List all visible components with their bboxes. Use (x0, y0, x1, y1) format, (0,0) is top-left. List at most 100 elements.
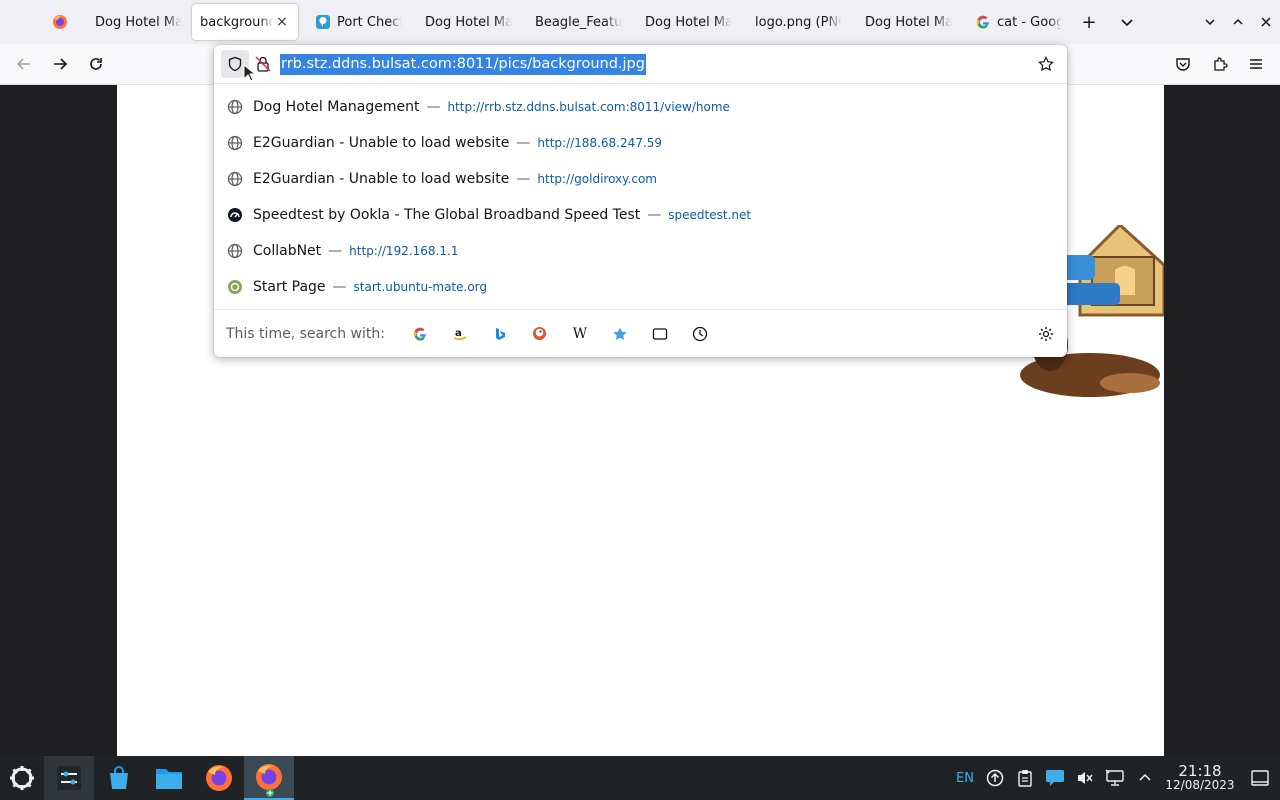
urlbar-result[interactable]: Dog Hotel Management — http://rrb.stz.dd… (214, 89, 1067, 125)
kde-gear-icon (10, 766, 34, 790)
search-tabs-button[interactable] (640, 314, 680, 354)
tab-label: logo.png (PNG (755, 14, 842, 30)
firefox-window-task-active[interactable] (244, 756, 294, 800)
tab-background-active[interactable]: background × (192, 4, 298, 40)
result-separator: — (328, 243, 343, 259)
search-engine-bing-button[interactable] (480, 314, 520, 354)
keyboard-layout-indicator[interactable]: EN (950, 756, 980, 800)
update-notifier-button[interactable] (980, 756, 1010, 800)
reload-icon (90, 58, 102, 70)
result-separator: — (516, 135, 531, 151)
tab-beagle[interactable]: Beagle_Featur (520, 4, 630, 40)
puzzle-icon (1214, 57, 1228, 71)
tab-dog-hotel-2[interactable]: Dog Hotel Ma (410, 4, 520, 40)
clock-icon (692, 326, 708, 341)
tab-cat-google[interactable]: cat - Google (960, 4, 1070, 40)
network-button[interactable] (1100, 756, 1130, 800)
speaker-muted-icon (1078, 772, 1093, 784)
star-icon (613, 327, 627, 340)
search-engine-google-button[interactable] (400, 314, 440, 354)
urlbar-results: Dog Hotel Management — http://rrb.stz.dd… (214, 89, 1067, 305)
result-url: http://188.68.247.59 (537, 136, 662, 150)
urlbar-result[interactable]: CollabNet — http://192.168.1.1 (214, 233, 1067, 269)
insecure-lock-icon[interactable] (254, 55, 272, 73)
result-separator: — (647, 207, 662, 223)
result-url: http://goldiroxy.com (537, 172, 657, 186)
forward-button[interactable] (46, 50, 74, 78)
plus-badge-icon (266, 789, 274, 797)
tab-dog-hotel-1[interactable]: Dog Hotel Ma (80, 4, 190, 40)
result-url: speedtest.net (668, 208, 752, 222)
digital-clock[interactable]: 21:18 12/08/2023 (1160, 756, 1240, 800)
clock-time: 21:18 (1178, 762, 1222, 780)
tray-expand-button[interactable] (1130, 756, 1160, 800)
firefox-launcher-button[interactable] (194, 756, 244, 800)
urlbar-dropdown: rrb.stz.ddns.bulsat.com:8011/pics/backgr… (214, 45, 1067, 357)
url-input[interactable]: rrb.stz.ddns.bulsat.com:8011/pics/backgr… (280, 54, 646, 75)
back-button[interactable] (10, 50, 38, 78)
tab-icon (652, 327, 668, 340)
clipboard-button[interactable] (1010, 756, 1040, 800)
bookmark-star-button[interactable] (1035, 53, 1057, 75)
show-desktop-button[interactable] (1240, 756, 1280, 800)
minimize-button[interactable] (1196, 0, 1224, 44)
new-tab-button[interactable]: + (1070, 0, 1108, 44)
file-manager-button[interactable] (144, 756, 194, 800)
folder-icon (156, 769, 182, 789)
close-window-button[interactable] (1252, 0, 1280, 44)
list-all-tabs-button[interactable] (1108, 0, 1146, 44)
firefox-icon (256, 764, 282, 790)
port-check-icon (315, 14, 331, 30)
search-history-button[interactable] (680, 314, 720, 354)
chevron-down-icon (1205, 19, 1215, 26)
discover-store-button[interactable] (94, 756, 144, 800)
tab-label: Dog Hotel Ma (865, 14, 952, 30)
close-tab-icon[interactable]: × (274, 14, 290, 30)
task-manager-settings-button[interactable] (44, 756, 94, 800)
close-icon (1261, 17, 1271, 27)
app-menu-button[interactable] (1242, 50, 1270, 78)
globe-icon (227, 171, 243, 187)
pocket-icon (1176, 58, 1190, 71)
duckduckgo-icon (533, 326, 547, 341)
tab-label: Beagle_Featur (535, 14, 622, 30)
shield-icon (228, 56, 242, 72)
urlbar-result[interactable]: E2Guardian - Unable to load website — ht… (214, 125, 1067, 161)
network-wired-icon (1105, 769, 1124, 786)
tab-dog-hotel-3[interactable]: Dog Hotel Ma (630, 4, 740, 40)
result-title: CollabNet (253, 243, 322, 259)
clock-date: 12/08/2023 (1165, 778, 1235, 792)
result-title: Speedtest by Ookla - The Global Broadban… (253, 207, 641, 223)
result-url: http://rrb.stz.ddns.bulsat.com:8011/view… (447, 100, 730, 114)
tab-label: Dog Hotel Ma (425, 14, 512, 30)
search-engine-amazon-button[interactable]: a (440, 314, 480, 354)
result-url: http://192.168.1.1 (349, 244, 459, 258)
pocket-button[interactable] (1169, 50, 1197, 78)
maximize-button[interactable] (1224, 0, 1252, 44)
urlbar-result[interactable]: Start Page — start.ubuntu-mate.org (214, 269, 1067, 305)
chevron-up-icon (1233, 18, 1243, 25)
firefox-view-button[interactable] (40, 0, 80, 44)
result-separator: — (426, 99, 441, 115)
firefox-icon (206, 765, 232, 791)
reload-button[interactable] (82, 50, 110, 78)
ubuntu-mate-icon (227, 279, 243, 295)
sliders-icon (57, 766, 81, 790)
result-separator: — (516, 171, 531, 187)
search-engine-duckduckgo-button[interactable] (520, 314, 560, 354)
urlbar-result[interactable]: E2Guardian - Unable to load website — ht… (214, 161, 1067, 197)
urlbar-result[interactable]: Speedtest by Ookla - The Global Broadban… (214, 197, 1067, 233)
chevron-up-icon (1139, 773, 1151, 781)
application-launcher-button[interactable] (0, 756, 44, 800)
search-settings-button[interactable] (1035, 323, 1057, 345)
extensions-button[interactable] (1206, 50, 1234, 78)
tab-label: Dog Hotel Ma (95, 14, 182, 30)
tab-logo-png[interactable]: logo.png (PNG (740, 4, 850, 40)
search-bookmarks-button[interactable] (600, 314, 640, 354)
tab-port-check[interactable]: Port Check (300, 4, 410, 40)
search-engine-wikipedia-button[interactable]: W (560, 314, 600, 354)
amazon-icon: a (453, 328, 467, 340)
volume-button[interactable] (1070, 756, 1100, 800)
notifications-chat-button[interactable] (1040, 756, 1070, 800)
tab-dog-hotel-4[interactable]: Dog Hotel Ma (850, 4, 960, 40)
